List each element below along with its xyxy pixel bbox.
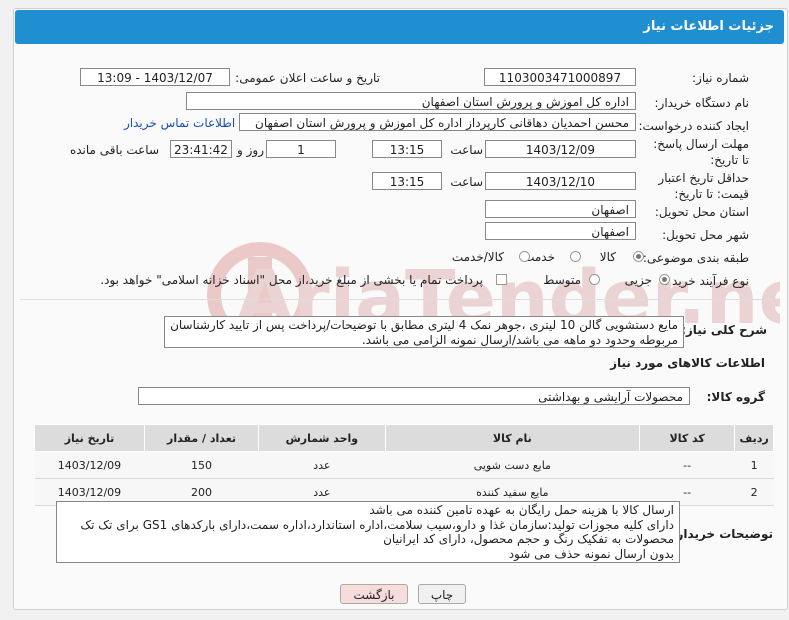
cell-date: 1403/12/09 [34, 451, 145, 479]
need-number-field: 1103003471000897 [484, 68, 636, 86]
city-label: شهر محل تحویل: [662, 228, 749, 242]
remaining-label: ساعت باقی مانده [69, 143, 159, 157]
col-unit: واحد شمارش [258, 424, 386, 452]
deadline-time-field: 13:15 [372, 140, 442, 158]
col-code: کد کالا [639, 424, 736, 452]
buyer-org-label: نام دستگاه خریدار: [654, 96, 750, 110]
category-option-both: کالا/خدمت [451, 250, 504, 264]
process-radio-minor[interactable] [659, 274, 670, 285]
process-option-medium: متوسط [543, 273, 581, 287]
remaining-time-field: 23:41:42 [170, 140, 232, 158]
province-field: اصفهان [485, 200, 636, 218]
validity-time-field: 13:15 [372, 172, 442, 190]
back-button[interactable]: بازگشت [340, 584, 408, 604]
category-option-goods: کالا [599, 250, 616, 264]
buyer-notes-label: توضیحات خریدار: [671, 527, 773, 541]
process-option-minor: جزیی [624, 273, 652, 287]
treasury-checkbox[interactable] [496, 274, 507, 285]
col-row: ردیف [734, 424, 774, 452]
announce-field: 1403/12/07 - 13:09 [80, 68, 230, 86]
category-label: طبقه بندی موضوعی: [642, 251, 749, 265]
requester-label: ایجاد کننده درخواست: [638, 119, 749, 133]
table-header-row: ردیف کد کالا نام کالا واحد شمارش تعداد /… [34, 424, 774, 452]
category-radio-goods[interactable] [633, 251, 644, 262]
buyer-note-line: دارای کلیه مجوزات تولید:سازمان غذا و دار… [80, 517, 674, 532]
deadline-date-field: 1403/12/09 [485, 140, 636, 158]
col-qty: تعداد / مقدار [143, 424, 260, 452]
process-label: نوع فرآیند خرید : [664, 274, 749, 288]
buyer-note-line: بدون ارسال نمونه حذف می شود [508, 546, 674, 561]
cell-row: 1 [734, 451, 774, 479]
cell-code: -- [639, 451, 735, 479]
divider [20, 299, 780, 300]
col-date: تاریخ نیاز [34, 424, 145, 452]
page-title: جزئیات اطلاعات نیاز [643, 19, 774, 34]
announce-label: تاریخ و ساعت اعلان عمومی: [235, 71, 380, 85]
buyer-note-line: محصولات به تفکیک رنگ و حجم محصول، دارای … [383, 532, 674, 546]
goods-group-label: گروه کالا: [706, 390, 765, 404]
buyer-contact-link[interactable]: اطلاعات تماس خریدار [124, 115, 235, 131]
deadline-label: مهلت ارسال پاسخ: تا تاریخ: [653, 137, 749, 167]
deadline-time-label: ساعت [450, 143, 483, 157]
cell-row: 2 [734, 478, 774, 506]
validity-date-field: 1403/12/10 [485, 172, 636, 190]
days-label: روز و [237, 143, 264, 157]
need-number-label: شماره نیاز: [692, 71, 749, 85]
description-textarea[interactable]: مایع دستشویی گالن 10 لیتری ،جوهر نمک 4 ل… [164, 316, 684, 348]
validity-time-label: ساعت [450, 175, 483, 189]
category-radio-service[interactable] [570, 251, 581, 262]
treasury-note: پرداخت تمام یا بخشی از مبلغ خرید،از محل … [100, 273, 483, 287]
validity-label: حداقل تاریخ اعتبار قیمت: تا تاریخ: [658, 171, 749, 201]
col-name: نام کالا [384, 424, 641, 452]
description-label: شرح کلی نیاز: [681, 323, 767, 337]
city-field: اصفهان [485, 222, 636, 240]
province-label: استان محل تحویل: [654, 205, 749, 219]
days-field: 1 [266, 140, 336, 158]
goods-group-field: محصولات آرایشی و بهداشتی [138, 387, 690, 405]
page-header: جزئیات اطلاعات نیاز [15, 10, 784, 44]
buyer-notes-textarea[interactable]: ارسال کالا با هزینه حمل رایگان به عهده ت… [56, 501, 680, 563]
cell-unit: عدد [258, 451, 386, 479]
goods-table: ردیف کد کالا نام کالا واحد شمارش تعداد /… [34, 424, 774, 506]
buyer-org-field: اداره کل اموزش و پرورش استان اصفهان [186, 92, 636, 110]
buyer-note-line: ارسال کالا با هزینه حمل رایگان به عهده ت… [369, 503, 674, 517]
print-button[interactable]: چاپ [418, 584, 466, 604]
table-row: 1 -- مایع دست شویی عدد 150 1403/12/09 [34, 451, 774, 479]
goods-section-title: اطلاعات کالاهای مورد نیاز [610, 356, 765, 370]
process-radio-medium[interactable] [589, 274, 600, 285]
cell-qty: 150 [144, 451, 259, 479]
cell-name: مایع دست شویی [385, 451, 640, 479]
requester-field: محسن احمدیان دهاقانی کارپرداز اداره کل ا… [239, 113, 636, 131]
category-radio-both[interactable] [519, 251, 530, 262]
